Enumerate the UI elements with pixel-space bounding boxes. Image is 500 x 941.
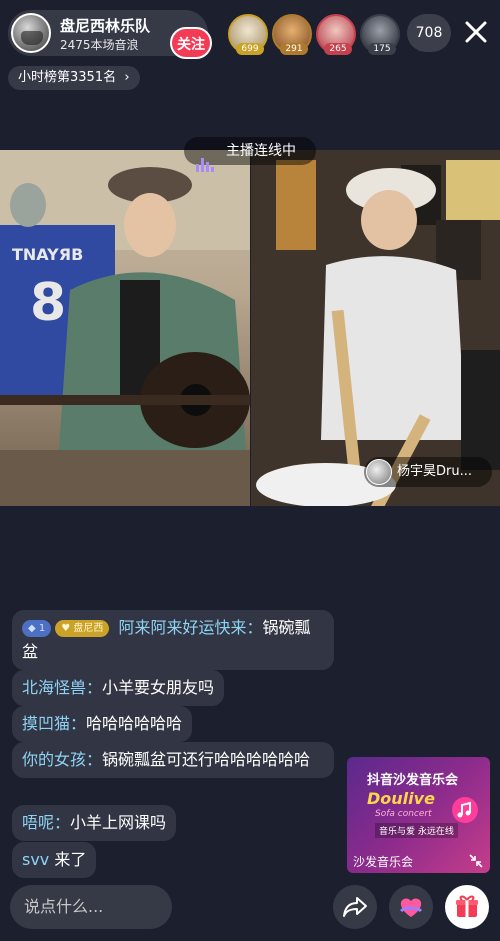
online-count[interactable]: 708 [407, 14, 451, 52]
cohost-avatar [366, 459, 392, 485]
chat-text: 来了 [49, 850, 87, 869]
viewer-badge: 699 [236, 43, 264, 55]
comment-input[interactable]: 说点什么... [10, 885, 172, 929]
shrink-icon[interactable] [468, 853, 484, 869]
top-bar: 盘尼西林乐队 2475本场音浪 关注 699 291 265 175 708 [0, 0, 500, 64]
svg-text:8: 8 [30, 273, 66, 333]
follow-button[interactable]: 关注 [170, 27, 212, 59]
live-connect-label: 主播连线中 [226, 143, 296, 159]
hourly-rank[interactable]: 小时榜第3351名 › [8, 66, 140, 90]
sound-wave-icon [196, 144, 216, 172]
chat-username[interactable]: 唔呢： [22, 813, 70, 832]
chat-message[interactable]: 摸凹猫：哈哈哈哈哈哈 [12, 706, 193, 742]
music-note-icon [452, 797, 478, 823]
promo-brand-sub: Sofa concert [375, 809, 432, 819]
chat-text: 小羊要女朋友吗 [102, 678, 215, 697]
cohost-name: 杨宇昊Dru... [397, 464, 472, 479]
share-icon [343, 897, 367, 917]
promo-caption: 沙发音乐会 [353, 855, 414, 869]
host-video[interactable]: TNAYЯB 8 [0, 150, 250, 506]
close-icon [465, 21, 487, 43]
chat-username[interactable]: svv [22, 850, 49, 869]
svg-text:TNAYЯB: TNAYЯB [12, 245, 83, 264]
viewer-badge: 291 [280, 43, 308, 55]
host-name: 盘尼西林乐队 [60, 17, 151, 35]
gift-icon [456, 895, 478, 917]
top-viewer-avatar[interactable]: 175 [360, 14, 400, 55]
chat-message[interactable]: ◆ 1 ♥ 盘尼西 阿来阿来好运快来：锅碗瓢盆 [12, 610, 334, 670]
chat-text: 锅碗瓢盆可还行哈哈哈哈哈哈 [102, 750, 311, 769]
top-viewer-avatar[interactable]: 291 [272, 14, 312, 55]
host-video-scene: TNAYЯB 8 [0, 150, 250, 506]
hourly-rank-label: 小时榜第3351名 [18, 70, 117, 85]
cohost-video[interactable] [251, 150, 500, 506]
close-button[interactable] [462, 18, 490, 46]
host-info[interactable]: 盘尼西林乐队 2475本场音浪 关注 [8, 10, 212, 59]
promo-brand: Doulive [367, 789, 435, 808]
promo-slogan: 音乐与爱 永远在线 [375, 823, 458, 838]
viewer-badge: 265 [324, 43, 352, 55]
cohost-tag[interactable]: 杨宇昊Dru... [364, 457, 492, 487]
chat-message[interactable]: 唔呢：小羊上网课吗 [12, 805, 177, 841]
top-viewer-avatar[interactable]: 265 [316, 14, 356, 55]
chat-message[interactable]: 你的女孩：锅碗瓢盆可还行哈哈哈哈哈哈 [12, 742, 334, 778]
chevron-right-icon: › [120, 70, 130, 85]
chat-username[interactable]: 你的女孩： [22, 750, 102, 769]
chat-username[interactable]: 摸凹猫： [22, 714, 86, 733]
gift-button[interactable] [445, 885, 489, 929]
chat-message[interactable]: 北海怪兽：小羊要女朋友吗 [12, 670, 225, 706]
user-level-badge: ◆ 1 [22, 620, 52, 637]
chat-username[interactable]: 北海怪兽： [22, 678, 102, 697]
viewer-badge: 175 [368, 43, 396, 55]
promo-title: 抖音沙发音乐会 [367, 773, 459, 788]
sofa-concert-banner[interactable]: 抖音沙发音乐会 Doulive Sofa concert 音乐与爱 永远在线 沙… [347, 757, 490, 873]
host-gift-total: 2475本场音浪 [60, 38, 139, 52]
heart-icon [399, 898, 423, 917]
host-avatar[interactable] [11, 13, 51, 53]
like-button[interactable] [389, 885, 433, 929]
chat-text: 哈哈哈哈哈哈 [86, 714, 183, 733]
share-button[interactable] [333, 885, 377, 929]
top-viewer-avatar[interactable]: 699 [228, 14, 268, 55]
fan-club-badge: ♥ 盘尼西 [55, 620, 110, 637]
chat-text: 小羊上网课吗 [70, 813, 167, 832]
chat-message[interactable]: svv 来了 [12, 842, 97, 878]
live-connect-status: 主播连线中 [184, 137, 316, 172]
chat-username[interactable]: 阿来阿来好运快来： [119, 618, 263, 637]
cohost-video-scene [251, 150, 500, 506]
